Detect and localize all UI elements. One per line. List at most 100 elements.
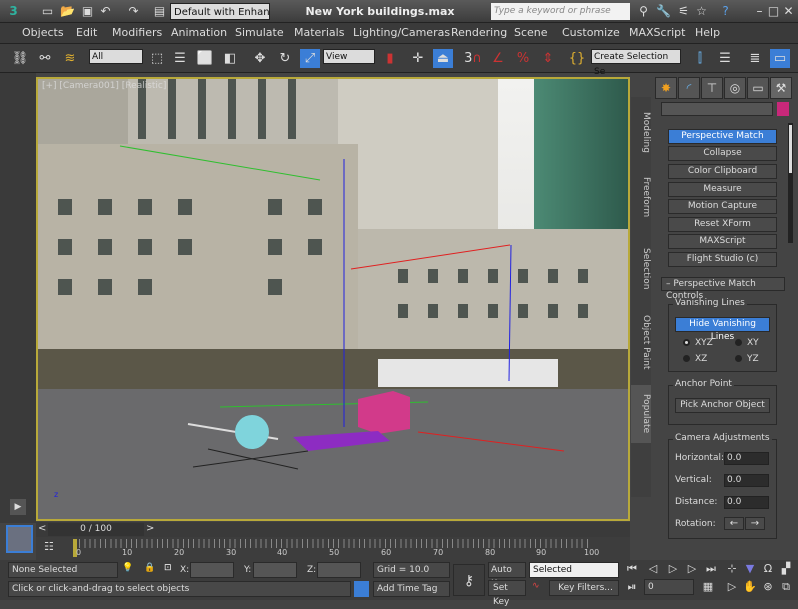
scene-explorer-icon[interactable]: ▭ [770,49,790,68]
rectangle-selection-icon[interactable]: ⬜ [195,49,215,68]
add-time-tag-button[interactable]: Add Time Tag [373,581,450,597]
key-filters-button[interactable]: Key Filters... [549,580,619,596]
close-icon[interactable]: ✕ [781,4,796,19]
spinner-snap-icon[interactable]: ⇕ [538,49,558,68]
save-icon[interactable]: ▣ [80,4,95,19]
radio-yz[interactable]: YZ [735,354,759,364]
motion-tab-icon[interactable]: ◎ [724,77,746,99]
previous-frame-icon[interactable]: ◁ [645,562,661,575]
current-frame-field[interactable]: 0 [644,579,694,595]
window-crossing-icon[interactable]: ◧ [220,49,240,68]
field-of-view-icon[interactable]: ▼ [742,562,758,575]
reference-coordinate-dropdown[interactable]: View [323,49,375,64]
help-icon[interactable]: ? [718,4,733,19]
move-icon[interactable]: ✥ [250,49,270,68]
pick-anchor-object-button[interactable]: Pick Anchor Object [675,398,770,413]
absolute-mode-icon[interactable]: ⊡ [164,563,172,573]
menu-lighting-cameras[interactable]: Lighting/Cameras [353,26,450,39]
utility-maxscript[interactable]: MAXScript [668,234,777,249]
rotate-icon[interactable]: ↻ [275,49,295,68]
wrench-icon[interactable]: 🔧 [656,4,671,19]
binoculars-icon[interactable]: ⚲ [636,4,651,19]
satellite-icon[interactable]: ⚟ [676,4,691,19]
key-mode-toggle-icon[interactable]: ⏯ [624,580,640,594]
open-file-icon[interactable]: 📂 [60,4,75,19]
time-tag-icon[interactable] [354,581,369,597]
auto-key-button[interactable]: Auto Key [488,562,526,589]
radio-xy[interactable]: XY [735,338,759,348]
menu-animation[interactable]: Animation [171,26,227,39]
go-to-end-icon[interactable]: ⏭ [703,562,719,576]
zoom-icon[interactable]: ⊹ [724,562,740,575]
rollout-header[interactable]: – Perspective Match Controls [661,277,785,301]
menu-simulate[interactable]: Simulate [235,26,284,39]
utility-motion-capture[interactable]: Motion Capture [668,199,777,214]
zoom-extents-icon[interactable]: ▞ [778,562,794,575]
dolly-icon[interactable]: ▷ [724,580,740,593]
menu-objects[interactable]: Objects [22,26,64,39]
display-tab-icon[interactable]: ▭ [747,77,769,99]
play-icon[interactable]: ▷ [665,562,681,575]
menu-rendering[interactable]: Rendering [451,26,507,39]
menu-help[interactable]: Help [695,26,720,39]
undo-icon[interactable]: ↶ [98,4,113,19]
select-object-icon[interactable]: ⬚ [147,49,167,68]
z-coordinate-field[interactable] [317,562,361,578]
time-slider-thumb[interactable]: 0 / 100 [48,523,144,536]
app-logo-icon[interactable]: 3 [6,4,21,19]
ribbon-tab-selection[interactable]: Selection [631,239,651,299]
x-coordinate-field[interactable] [190,562,234,578]
angle-snap-icon[interactable]: ∠ [488,49,508,68]
ribbon-tab-freeform[interactable]: Freeform [631,167,651,227]
ribbon-tab-populate[interactable]: Populate [631,385,651,443]
curve-editor-icon[interactable]: ☷ [44,540,54,553]
track-bar[interactable]: ☷ 0 10 20 30 40 50 60 70 80 90 100 [36,537,630,560]
prev-frame-button[interactable]: < [38,523,46,534]
menu-modifiers[interactable]: Modifiers [112,26,162,39]
curve-icon[interactable]: ∿ [532,581,540,591]
isolate-icon[interactable]: 💡 [122,563,133,573]
object-color-swatch[interactable] [777,102,789,116]
orbit-icon[interactable]: Ω [760,562,776,575]
minimize-icon[interactable]: – [752,4,767,19]
walk-through-icon[interactable]: ⊛ [760,580,776,593]
new-file-icon[interactable]: ▭ [40,4,55,19]
panel-scrollbar[interactable] [788,123,793,243]
menu-edit[interactable]: Edit [76,26,97,39]
ribbon-tab-modeling[interactable]: Modeling [631,102,651,162]
keyboard-shortcut-override-icon[interactable]: ⏏ [433,49,453,68]
create-tab-icon[interactable]: ✸ [655,77,677,99]
distance-spinner[interactable]: 0.0 [724,496,769,509]
percent-snap-icon[interactable]: % [513,49,533,68]
camera-viewport[interactable]: z [+] [Camera001] [Realistic] [36,77,630,521]
y-coordinate-field[interactable] [253,562,297,578]
hide-vanishing-lines-button[interactable]: Hide Vanishing Lines [675,317,770,342]
hierarchy-tab-icon[interactable]: ⊤ [701,77,723,99]
key-mode-dropdown[interactable]: Selected [529,562,619,578]
align-icon[interactable]: ☰ [715,49,735,68]
pan-icon[interactable]: ✋ [742,580,758,593]
horizontal-spinner[interactable]: 0.0 [724,452,769,465]
time-slider[interactable]: < 0 / 100 > [36,522,630,537]
rotate-right-button[interactable]: → [745,517,765,530]
set-key-icon[interactable]: ⚷ [453,564,485,596]
utility-flight-studio[interactable]: Flight Studio (c) [668,252,777,267]
play-viewport-icon[interactable]: ▶ [10,499,26,515]
scale-icon[interactable]: ⤢ [300,49,320,68]
next-frame-icon[interactable]: ▷ [684,562,700,575]
utility-color-clipboard[interactable]: Color Clipboard [668,164,777,179]
ribbon-tab-object-paint[interactable]: Object Paint [631,307,651,377]
maximize-viewport-icon[interactable]: ⧉ [778,580,794,594]
star-icon[interactable]: ☆ [694,4,709,19]
bind-space-warp-icon[interactable]: ≋ [60,49,80,68]
select-by-name-icon[interactable]: ☰ [170,49,190,68]
snaps-toggle-icon[interactable]: 3∩ [463,49,483,68]
mini-listener-button[interactable] [6,525,33,553]
named-selection-dropdown[interactable]: Create Selection Se [591,49,681,77]
vertical-spinner[interactable]: 0.0 [724,474,769,487]
selection-filter-dropdown[interactable]: All [89,49,143,64]
time-configuration-icon[interactable]: ▦ [700,580,716,593]
utility-reset-xform[interactable]: Reset XForm [668,217,777,232]
menu-materials[interactable]: Materials [294,26,344,39]
link-icon[interactable]: ⛓ [10,49,30,68]
